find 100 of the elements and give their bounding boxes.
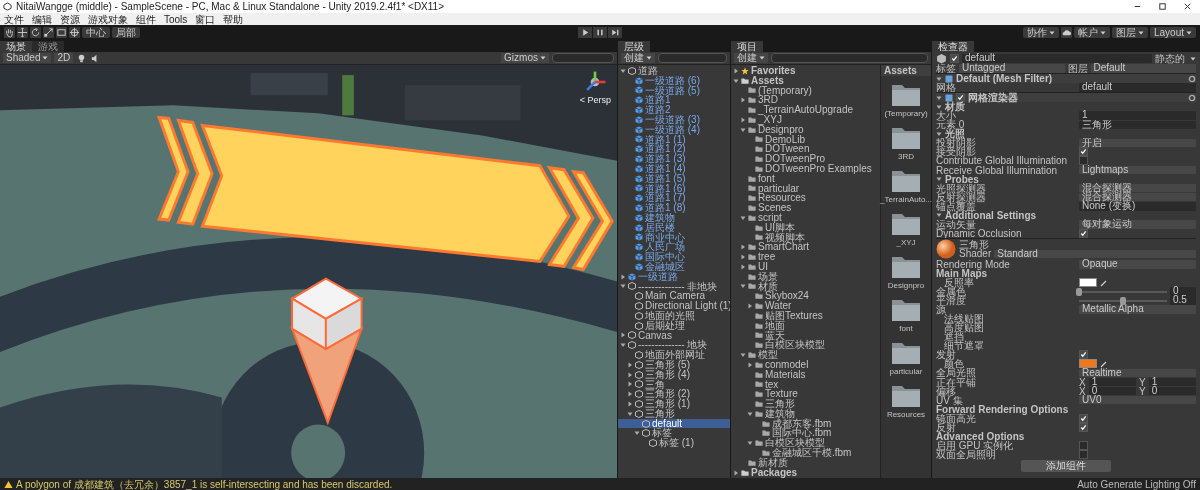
- folder-icon[interactable]: [891, 255, 921, 279]
- hierarchy-item[interactable]: default: [618, 418, 730, 429]
- gizmos-dropdown[interactable]: Gizmos: [501, 53, 549, 63]
- checkbox[interactable]: [1079, 440, 1088, 450]
- project-tree-item[interactable]: 白模区块模型: [731, 340, 880, 351]
- project-tree-item[interactable]: 蓝天: [731, 330, 880, 341]
- project-tree-item[interactable]: Assets: [731, 75, 880, 86]
- rect-tool-icon[interactable]: [56, 27, 67, 38]
- panel-tab[interactable]: 游戏: [32, 41, 64, 52]
- expand-arrow-icon[interactable]: [620, 283, 626, 290]
- expand-arrow-icon[interactable]: [733, 67, 739, 74]
- inspector-tab[interactable]: 检查器: [932, 41, 974, 52]
- expand-arrow-icon[interactable]: [740, 244, 746, 251]
- expand-arrow-icon[interactable]: [747, 440, 753, 447]
- caret-icon[interactable]: [1190, 55, 1196, 62]
- dropdown-field[interactable]: Metallic Alpha: [1079, 305, 1196, 314]
- hierarchy-item[interactable]: 标签: [618, 428, 730, 439]
- hierarchy-item[interactable]: 道路1 (7): [618, 193, 730, 204]
- expand-arrow-icon[interactable]: [627, 401, 633, 407]
- folder-label[interactable]: 3RD: [898, 152, 914, 162]
- project-tree-item[interactable]: conmodel: [731, 359, 880, 370]
- section-title[interactable]: Additional Settings: [945, 210, 1037, 220]
- hierarchy-item[interactable]: 道路1 (1): [618, 134, 730, 145]
- project-tree-item[interactable]: Texture: [731, 389, 880, 400]
- expand-arrow-icon[interactable]: [733, 77, 739, 84]
- folder-icon[interactable]: [891, 169, 921, 193]
- menu-item[interactable]: 文件: [4, 13, 24, 25]
- expand-arrow-icon[interactable]: [740, 263, 746, 270]
- number-field[interactable]: 0: [1088, 386, 1136, 396]
- mode-2d-button[interactable]: 2D: [54, 53, 74, 63]
- project-tree-item[interactable]: Resources: [731, 193, 880, 204]
- project-tree-item[interactable]: 建筑物: [731, 408, 880, 419]
- hierarchy-item[interactable]: 道路1 (3): [618, 154, 730, 164]
- number-field[interactable]: 0: [1170, 287, 1196, 296]
- section-title[interactable]: 光照: [945, 129, 965, 139]
- project-tree-item[interactable]: particular: [731, 183, 880, 194]
- folder-icon[interactable]: [891, 126, 921, 150]
- hierarchy-item[interactable]: -------------- 地块: [618, 340, 730, 351]
- checkbox[interactable]: [1079, 350, 1088, 360]
- create-dropdown[interactable]: 创建: [621, 53, 655, 63]
- expand-arrow-icon[interactable]: [620, 67, 626, 74]
- shading-dropdown[interactable]: Shaded: [3, 53, 52, 63]
- object-field[interactable]: default: [1079, 83, 1196, 92]
- project-tree-item[interactable]: font: [731, 173, 880, 184]
- folder-label[interactable]: Designpro: [887, 281, 925, 291]
- checkbox[interactable]: [1079, 413, 1088, 423]
- eyedropper-icon[interactable]: [1100, 359, 1108, 368]
- project-tree-item[interactable]: Scenes: [731, 203, 880, 213]
- light-icon[interactable]: [76, 52, 88, 64]
- project-tree-item[interactable]: Skybox24: [731, 291, 880, 302]
- hierarchy-item[interactable]: 一级道路 (6): [618, 75, 730, 86]
- hierarchy-item[interactable]: 地面的光照: [618, 310, 730, 321]
- folder-icon[interactable]: [891, 298, 921, 322]
- hierarchy-item[interactable]: 道路: [618, 66, 730, 76]
- hierarchy-item[interactable]: 建筑物: [618, 212, 730, 223]
- settings-icon[interactable]: [1188, 74, 1196, 83]
- project-tree-item[interactable]: 国际中心.fbm: [731, 428, 880, 439]
- checkbox[interactable]: [1079, 449, 1088, 459]
- dropdown-field[interactable]: 每对象运动: [1079, 220, 1196, 229]
- checkbox[interactable]: [1079, 422, 1088, 432]
- hierarchy-item[interactable]: 道路1: [618, 95, 730, 106]
- project-tree-item[interactable]: tree: [731, 252, 880, 262]
- project-tree-item[interactable]: (Temporary): [731, 85, 880, 96]
- dropdown-field[interactable]: 开启: [1079, 138, 1196, 148]
- project-tree-item[interactable]: _TerrainAutoUpgrade: [731, 105, 880, 115]
- dropdown-field[interactable]: 混合探测器: [1079, 192, 1196, 202]
- expand-arrow-icon[interactable]: [733, 469, 739, 476]
- folder-label[interactable]: _XYJ: [896, 238, 916, 248]
- transform-icon[interactable]: [69, 27, 80, 38]
- project-tree-item[interactable]: SmartChart: [731, 242, 880, 253]
- hierarchy-item[interactable]: 标签 (1): [618, 438, 730, 449]
- menu-item[interactable]: 帮助: [223, 13, 244, 25]
- folder-label[interactable]: particular: [889, 367, 923, 377]
- expand-arrow-icon[interactable]: [627, 371, 633, 378]
- hierarchy-tab[interactable]: 层级: [618, 41, 650, 52]
- hierarchy-item[interactable]: -------------- 非地块: [618, 281, 730, 292]
- shader-dropdown[interactable]: Standard: [994, 249, 1196, 259]
- project-search-field[interactable]: [771, 53, 928, 63]
- color-swatch[interactable]: [1079, 278, 1097, 287]
- maximize-icon[interactable]: [1158, 2, 1167, 11]
- layer-dropdown[interactable]: Default: [1090, 64, 1196, 73]
- number-field[interactable]: 0: [1148, 386, 1196, 396]
- checkbox[interactable]: [1079, 156, 1088, 166]
- project-tree-item[interactable]: 场景: [731, 271, 880, 282]
- project-tree-item[interactable]: UI: [731, 261, 880, 272]
- folder-icon[interactable]: [891, 341, 921, 365]
- project-tree-item[interactable]: 3RD: [731, 95, 880, 106]
- hierarchy-item[interactable]: 商业中心: [618, 232, 730, 243]
- folder-icon[interactable]: [891, 83, 921, 107]
- expand-arrow-icon[interactable]: [936, 212, 942, 219]
- dropdown-field[interactable]: Realtime: [1079, 368, 1196, 378]
- color-swatch[interactable]: [1079, 359, 1097, 369]
- scene-search-field[interactable]: [552, 53, 614, 63]
- static-label[interactable]: 静态的: [1155, 53, 1185, 63]
- expand-arrow-icon[interactable]: [740, 126, 746, 133]
- hierarchy-item[interactable]: 一级道路 (3): [618, 115, 730, 125]
- expand-arrow-icon[interactable]: [627, 381, 633, 388]
- section-title[interactable]: 材质: [945, 102, 965, 112]
- step-icon[interactable]: [608, 27, 622, 38]
- project-tree-item[interactable]: 视频脚本: [731, 232, 880, 243]
